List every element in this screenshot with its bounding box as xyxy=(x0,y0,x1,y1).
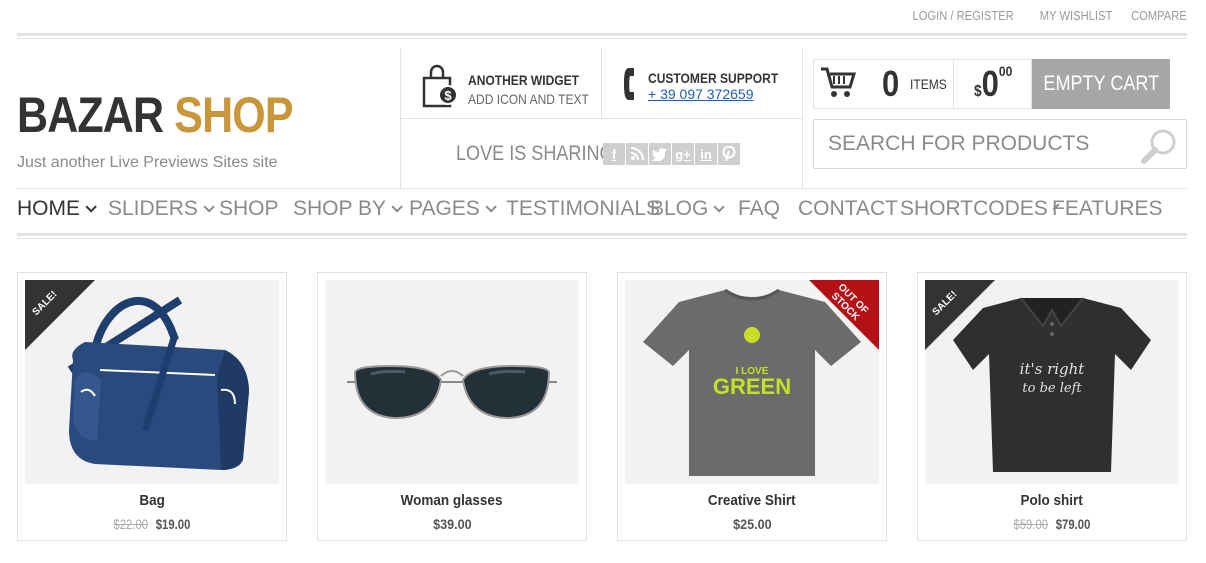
nav-item-contact[interactable]: CONTACT xyxy=(798,197,900,221)
nav-item-sliders[interactable]: SLIDERS xyxy=(108,197,219,221)
nav-item-pages[interactable]: PAGES xyxy=(409,197,506,221)
nav-item-shop[interactable]: SHOP xyxy=(219,197,293,221)
wishlist-link[interactable]: MY WISHLIST xyxy=(1040,8,1112,23)
header-top-divider xyxy=(17,33,1187,39)
header-divider xyxy=(400,118,802,119)
header-divider xyxy=(802,48,803,188)
search-input[interactable] xyxy=(814,120,1134,168)
phone-icon xyxy=(622,64,638,109)
nav-item-shortcodes[interactable]: SHORTCODES xyxy=(900,197,1060,221)
facebook-icon[interactable]: f xyxy=(603,143,625,165)
cart-total: $000 xyxy=(974,63,1013,104)
chevron-down-icon xyxy=(85,201,97,213)
support-title: CUSTOMER SUPPORT xyxy=(648,69,779,86)
login-register-link[interactable]: LOGIN / REGISTER xyxy=(913,8,1014,23)
nav-bottom-divider xyxy=(17,233,1187,239)
nav-item-testimonials[interactable]: TESTIMONIALS xyxy=(506,197,660,221)
nav-item-faq[interactable]: FAQ xyxy=(738,197,798,221)
product-name[interactable]: Bag xyxy=(18,492,286,509)
pinterest-icon[interactable] xyxy=(718,143,740,165)
empty-cart-button[interactable]: EMPTY CART xyxy=(1032,59,1170,109)
product-price: $59.00 $79.00 xyxy=(1013,516,1091,532)
shirt-print-line-2: GREEN xyxy=(713,374,791,399)
product-price: $39.00 xyxy=(432,516,472,532)
product-image[interactable]: I LOVE GREEN OUT OF STOCK xyxy=(625,280,879,484)
product-image[interactable]: SALE! xyxy=(25,280,279,484)
header-widget: $ ANOTHER WIDGET ADD ICON AND TEXT xyxy=(420,64,609,115)
sharing-label: LOVE IS SHARING xyxy=(456,142,614,165)
shopping-bag-dollar-icon: $ xyxy=(420,64,458,115)
shirt-print-line-2: to be left xyxy=(1022,381,1082,396)
widget-title: ANOTHER WIDGET xyxy=(468,72,580,88)
cart-divider xyxy=(953,59,954,109)
top-links: LOGIN / REGISTER MY WISHLIST COMPARE xyxy=(896,8,1187,23)
product-card[interactable]: it's right to be left SALE! Polo shirt $… xyxy=(917,272,1187,541)
product-price: $25.00 xyxy=(732,516,772,532)
shirt-print-line-1: it's right xyxy=(1020,360,1086,378)
product-card[interactable]: SALE! Bag $22.00 $19.00 xyxy=(17,272,287,541)
google-plus-icon[interactable]: g+ xyxy=(672,143,694,165)
search-icon[interactable] xyxy=(1140,128,1178,169)
site-logo[interactable]: BAZAR SHOP xyxy=(17,86,294,144)
main-nav: HOME SLIDERS SHOP SHOP BY PAGES TESTIMON… xyxy=(17,197,1162,221)
nav-item-features[interactable]: FEATURES xyxy=(1052,197,1162,221)
sale-badge: SALE! xyxy=(925,280,995,350)
support-phone-link[interactable]: + 39 097 372659 xyxy=(648,86,754,102)
product-price: $22.00 $19.00 xyxy=(113,516,191,532)
cart-items-label: ITEMS xyxy=(910,76,947,92)
nav-top-divider xyxy=(17,188,1187,189)
nav-item-shop-by[interactable]: SHOP BY xyxy=(293,197,409,221)
linkedin-icon[interactable]: in xyxy=(695,143,717,165)
svg-text:$: $ xyxy=(444,88,452,103)
chevron-down-icon xyxy=(485,201,497,213)
product-name[interactable]: Woman glasses xyxy=(318,492,586,509)
nav-item-home[interactable]: HOME xyxy=(17,197,108,221)
sale-badge: SALE! xyxy=(25,280,95,350)
site-tagline: Just another Live Previews Sites site xyxy=(17,154,278,171)
rss-icon[interactable] xyxy=(626,143,648,165)
product-name[interactable]: Creative Shirt xyxy=(618,492,886,509)
social-icons: f g+ in xyxy=(603,143,740,165)
chevron-down-icon xyxy=(713,201,726,213)
product-card[interactable]: I LOVE GREEN OUT OF STOCK Creative Shirt… xyxy=(617,272,887,541)
shopping-cart-icon xyxy=(820,66,857,105)
product-search xyxy=(813,119,1187,169)
product-image[interactable] xyxy=(325,280,579,484)
customer-support: CUSTOMER SUPPORT + 39 097 372659 xyxy=(622,64,799,109)
product-card[interactable]: Woman glasses $39.00 xyxy=(317,272,587,541)
nav-item-blog[interactable]: BLOG xyxy=(650,197,738,221)
chevron-down-icon xyxy=(391,201,403,213)
widget-subtitle: ADD ICON AND TEXT xyxy=(468,91,589,107)
compare-link[interactable]: COMPARE xyxy=(1131,8,1187,23)
chevron-down-icon xyxy=(203,201,215,213)
product-image[interactable]: it's right to be left SALE! xyxy=(925,280,1179,484)
out-of-stock-badge: OUT OF STOCK xyxy=(809,280,879,350)
twitter-icon[interactable] xyxy=(649,143,671,165)
product-name[interactable]: Polo shirt xyxy=(918,492,1186,509)
cart-item-count: 0 xyxy=(882,63,900,104)
